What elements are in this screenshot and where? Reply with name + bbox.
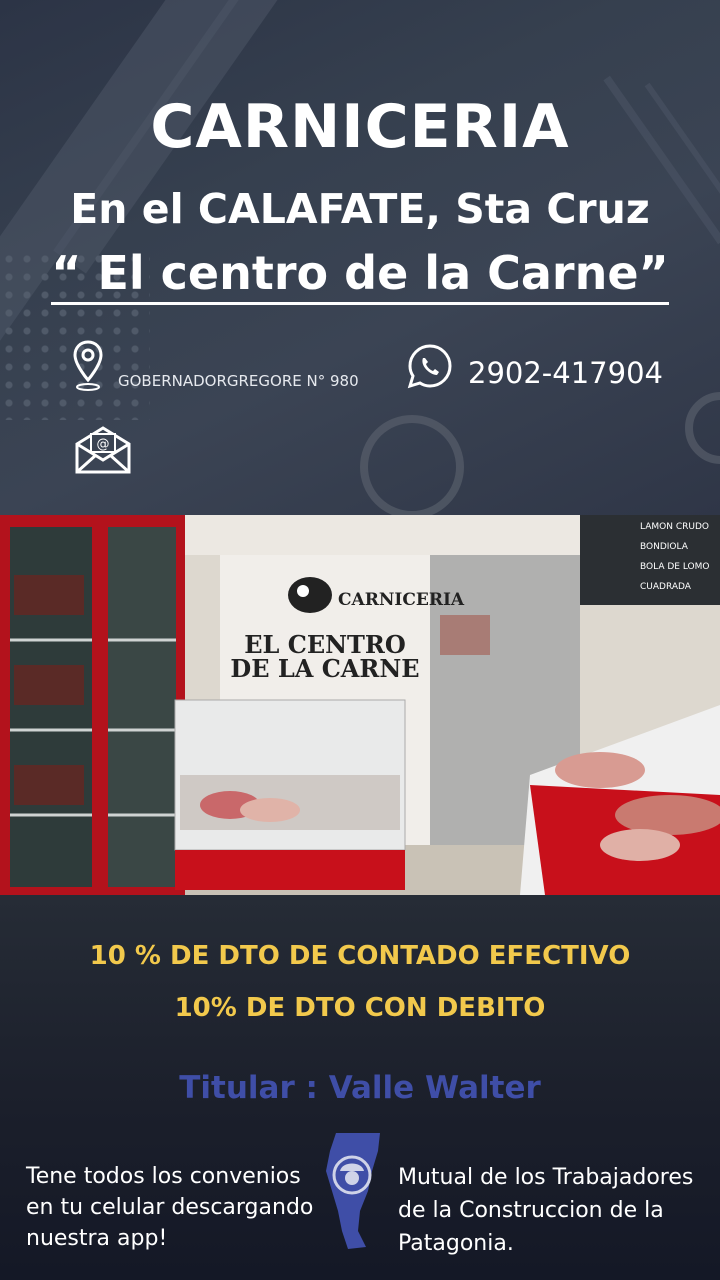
page-title: CARNICERIA xyxy=(150,92,570,162)
price-item: BONDIOLA xyxy=(640,542,689,552)
phone-number[interactable]: 2902-417904 xyxy=(468,356,663,390)
slogan: “ El centro de la Carne” xyxy=(0,246,720,305)
decor-ring xyxy=(360,415,464,515)
price-item: BOLA DE LOMO xyxy=(640,562,709,572)
mutual-text: Mutual de los Trabajadores de la Constru… xyxy=(398,1165,694,1256)
whatsapp-icon[interactable] xyxy=(406,342,454,390)
store-interior-image: CARNICERIA EL CENTRO DE LA CARNE LAMON C… xyxy=(0,515,720,895)
decor-ring xyxy=(685,392,720,464)
mutual-logo xyxy=(326,1133,380,1249)
promo-debit: 10% DE DTO CON DEBITO xyxy=(174,993,546,1023)
titular-text: Titular : Valle Walter xyxy=(179,1070,541,1106)
location-text: En el CALAFATE, Sta Cruz xyxy=(70,185,650,233)
svg-text:@: @ xyxy=(97,437,110,452)
sign-carniceria: CARNICERIA xyxy=(338,590,465,610)
store-photo: CARNICERIA EL CENTRO DE LA CARNE LAMON C… xyxy=(0,515,720,895)
location-pin-icon xyxy=(73,340,103,391)
footer-panel: 10 % DE DTO DE CONTADO EFECTIVO 10% DE D… xyxy=(0,895,720,1280)
price-item: CUADRADA xyxy=(640,582,692,592)
app-promo-text: Tene todos los convenios en tu celular d… xyxy=(26,1164,314,1251)
promo-cash: 10 % DE DTO DE CONTADO EFECTIVO xyxy=(89,941,631,971)
address-text: GOBERNADORGREGORE N° 980 xyxy=(118,372,359,390)
sign-line-2: DE LA CARNE xyxy=(230,654,419,683)
header-banner: CARNICERIA En el CALAFATE, Sta Cruz “ El… xyxy=(0,0,720,515)
slogan-text: “ El centro de la Carne” xyxy=(51,246,669,305)
email-icon[interactable]: @ xyxy=(74,424,132,476)
price-item: LAMON CRUDO xyxy=(640,522,709,532)
